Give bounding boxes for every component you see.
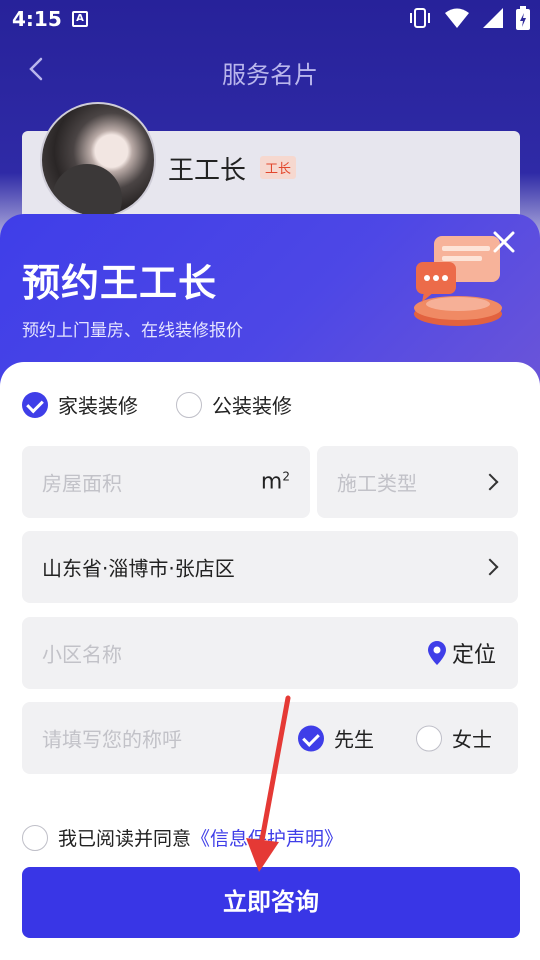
agreement-text: 我已阅读并同意: [58, 828, 192, 850]
checked-radio-icon: [298, 725, 324, 751]
location-pin-icon: [427, 641, 446, 665]
construction-type-select[interactable]: 施工类型: [317, 446, 518, 518]
area-unit: m2: [260, 469, 290, 495]
sheet-subtitle: 预约上门量房、在线装修报价: [22, 321, 243, 341]
locate-label: 定位: [451, 643, 496, 668]
signal-icon: [483, 8, 503, 28]
vibrate-icon: [410, 8, 430, 28]
consult-now-button[interactable]: 立即咨询: [22, 867, 520, 938]
privacy-statement-link[interactable]: 《信息保护声明》: [191, 824, 343, 851]
chevron-right-icon: [481, 473, 499, 491]
sheet-title: 预约王工长: [22, 261, 218, 305]
house-area-input[interactable]: 房屋面积 m2: [22, 446, 310, 518]
chevron-right-icon: [481, 558, 499, 576]
close-icon[interactable]: [490, 228, 518, 256]
locate-button[interactable]: 定位: [427, 637, 496, 669]
status-time: 4:15: [12, 7, 62, 31]
worker-tag-badge: 工长: [260, 156, 297, 179]
option-label: 家装装修: [58, 394, 138, 418]
region-select[interactable]: 山东省·淄博市·张店区: [22, 531, 518, 603]
status-icons: [408, 6, 530, 30]
gender-label: 先生: [334, 727, 374, 752]
avatar: [40, 102, 156, 218]
option-home-decoration[interactable]: 家装装修: [22, 390, 138, 419]
unchecked-radio-icon: [416, 725, 442, 751]
gender-option-ms[interactable]: 女士: [416, 724, 492, 753]
gender-option-mr[interactable]: 先生: [298, 724, 374, 753]
page-title: 服务名片: [222, 61, 318, 89]
community-placeholder: 小区名称: [42, 642, 122, 667]
area-placeholder: 房屋面积: [42, 471, 122, 496]
battery-icon: [516, 6, 530, 30]
unchecked-radio-icon: [176, 391, 202, 418]
agreement-checkbox[interactable]: [22, 824, 48, 851]
name-input[interactable]: 请填写您的称呼 先生 女士: [22, 702, 518, 774]
status-bar: 4:15 A: [0, 0, 540, 38]
notification-icon: A: [72, 11, 88, 27]
construction-type-placeholder: 施工类型: [337, 471, 417, 496]
nav-bar: 服务名片: [0, 38, 540, 102]
name-placeholder: 请填写您的称呼: [42, 727, 182, 752]
community-name-input[interactable]: 小区名称 定位: [22, 617, 518, 689]
checked-radio-icon: [22, 391, 48, 418]
worker-name: 王工长: [168, 156, 247, 186]
option-label: 公装装修: [212, 394, 292, 418]
gender-label: 女士: [452, 727, 492, 752]
decoration-type-selector: 家装装修 公装装修: [22, 390, 292, 419]
region-value: 山东省·淄博市·张店区: [42, 556, 235, 581]
wifi-icon: [445, 8, 469, 28]
agreement-row: 我已阅读并同意 《信息保护声明》: [22, 824, 343, 851]
option-commercial-decoration[interactable]: 公装装修: [176, 390, 292, 419]
